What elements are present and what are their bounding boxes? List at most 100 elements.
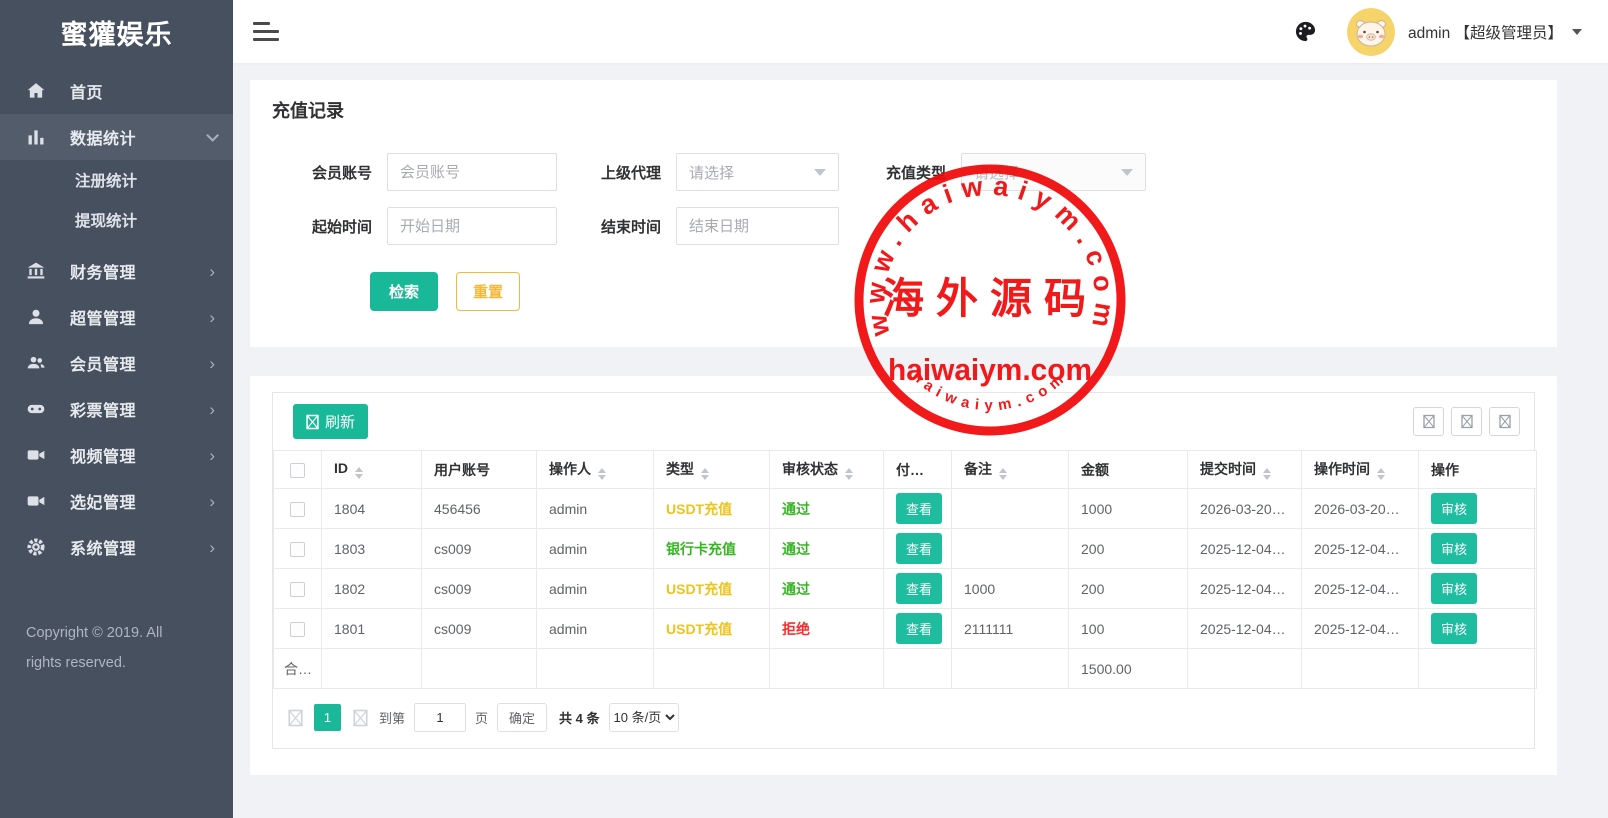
sidebar-item-lottery[interactable]: 彩票管理 › (0, 386, 233, 432)
sort-icon[interactable] (701, 468, 709, 480)
view-voucher-button[interactable]: 查看 (896, 493, 942, 524)
sort-icon[interactable] (1377, 468, 1385, 480)
sidebar-item-label: 选妃管理 (70, 489, 209, 513)
row-checkbox[interactable] (290, 582, 305, 597)
sidebar-item-statistics[interactable]: 数据统计 (0, 114, 233, 160)
cell-status: 通过 (782, 501, 810, 517)
review-button[interactable]: 审核 (1431, 493, 1477, 524)
cell-account: cs009 (422, 609, 537, 649)
grid-tool-button-3[interactable] (1489, 407, 1520, 436)
user-caret-icon[interactable] (1572, 29, 1582, 35)
bar-chart-icon (26, 127, 46, 147)
table-row: 1802 cs009 admin USDT充值 通过 查看 1000 200 2… (274, 569, 1537, 609)
user-avatar[interactable] (1347, 8, 1395, 56)
goto-page-input[interactable] (414, 703, 466, 732)
col-operator: 操作人 (537, 451, 654, 489)
end-date-input[interactable] (676, 207, 839, 245)
sort-icon[interactable] (999, 468, 1007, 480)
chevron-right-icon: › (209, 447, 215, 464)
cell-submit-time: 2025-12-04… (1188, 529, 1302, 569)
parent-agent-select[interactable]: 请选择 (676, 153, 839, 191)
view-voucher-button[interactable]: 查看 (896, 613, 942, 644)
goto-confirm-button[interactable]: 确定 (497, 703, 547, 732)
gear-icon (26, 537, 46, 557)
table-row: 1804 456456 admin USDT充值 通过 查看 1000 2026… (274, 489, 1537, 529)
submenu-label: 提现统计 (75, 209, 137, 231)
view-voucher-button[interactable]: 查看 (896, 533, 942, 564)
col-actions: 操作 (1419, 451, 1537, 489)
missing-glyph-icon (288, 709, 303, 727)
sidebar-item-superadmin[interactable]: 超管管理 › (0, 294, 233, 340)
col-operate-time: 操作时间 (1302, 451, 1419, 489)
row-checkbox[interactable] (290, 622, 305, 637)
cell-id: 1801 (322, 609, 422, 649)
sidebar-item-system[interactable]: 系统管理 › (0, 524, 233, 570)
refresh-button[interactable]: 刷新 (293, 404, 368, 439)
missing-glyph-icon (353, 709, 368, 727)
sort-icon[interactable] (1263, 468, 1271, 480)
page-number-button[interactable]: 1 (314, 704, 341, 731)
recharge-type-select[interactable]: 请选择 (961, 153, 1146, 191)
sidebar-toggle-button[interactable] (253, 22, 279, 41)
table-row: 1801 cs009 admin USDT充值 拒绝 查看 2111111 10… (274, 609, 1537, 649)
sidebar-item-label: 财务管理 (70, 259, 209, 283)
filter-start-time: 起始时间 (310, 207, 557, 245)
video-camera-icon (26, 491, 46, 511)
records-table: ID 用户账号 操作人 类型 审核状态 付… 备注 金额 提交时间 操作时间 操… (273, 450, 1537, 689)
cell-status: 通过 (782, 541, 810, 557)
cell-type: USDT充值 (666, 621, 732, 637)
sidebar-subitem-withdraw-stats[interactable]: 提现统计 (0, 200, 233, 240)
cell-account: cs009 (422, 529, 537, 569)
user-menu[interactable]: admin 【超级管理员】 (1408, 21, 1563, 43)
sidebar-item-finance[interactable]: 财务管理 › (0, 248, 233, 294)
sort-icon[interactable] (598, 468, 606, 480)
prev-page-button[interactable] (285, 706, 305, 730)
filter-row-1: 会员账号 上级代理 请选择 充值类型 请选择 (272, 153, 1535, 191)
sidebar-item-members[interactable]: 会员管理 › (0, 340, 233, 386)
sidebar-item-label: 系统管理 (70, 535, 209, 559)
sidebar-item-selection[interactable]: 选妃管理 › (0, 478, 233, 524)
theme-palette-icon[interactable] (1294, 20, 1317, 43)
cell-operate-time: 2025-12-04… (1302, 609, 1419, 649)
col-status: 审核状态 (770, 451, 884, 489)
col-submit-time: 提交时间 (1188, 451, 1302, 489)
col-amount: 金额 (1069, 451, 1188, 489)
view-voucher-button[interactable]: 查看 (896, 573, 942, 604)
review-button[interactable]: 审核 (1431, 613, 1477, 644)
select-all-checkbox[interactable] (290, 463, 305, 478)
filter-parent-agent: 上级代理 请选择 (599, 153, 839, 191)
review-button[interactable]: 审核 (1431, 533, 1477, 564)
row-checkbox[interactable] (290, 542, 305, 557)
search-button[interactable]: 检索 (370, 272, 438, 311)
gamepad-icon (26, 399, 46, 419)
filter-row-2: 起始时间 结束时间 (272, 207, 1535, 245)
reset-button[interactable]: 重置 (456, 272, 520, 311)
review-button[interactable]: 审核 (1431, 573, 1477, 604)
cell-submit-time: 2025-12-04… (1188, 609, 1302, 649)
next-page-button[interactable] (350, 706, 370, 730)
sort-icon[interactable] (355, 467, 363, 479)
filter-buttons: 检索 重置 (370, 272, 1535, 311)
main-area: admin 【超级管理员】 充值记录 会员账号 上级代理 请选择 (233, 0, 1608, 818)
start-date-input[interactable] (387, 207, 557, 245)
copyright-text: Copyright © 2019. All rights reserved. (0, 618, 210, 679)
member-account-input[interactable] (387, 153, 557, 191)
refresh-label: 刷新 (325, 411, 355, 432)
sort-icon[interactable] (845, 468, 853, 480)
filter-end-time: 结束时间 (599, 207, 839, 245)
row-checkbox[interactable] (290, 502, 305, 517)
sidebar-item-home[interactable]: 首页 (0, 68, 233, 114)
cell-operate-time: 2025-12-04… (1302, 569, 1419, 609)
cell-amount: 100 (1069, 609, 1188, 649)
cell-amount: 200 (1069, 529, 1188, 569)
missing-glyph-icon (306, 414, 319, 430)
page-size-select[interactable]: 10 条/页 (609, 703, 679, 732)
grid-tool-button-2[interactable] (1451, 407, 1482, 436)
sidebar-item-video[interactable]: 视频管理 › (0, 432, 233, 478)
bank-icon (26, 261, 46, 281)
cell-amount: 200 (1069, 569, 1188, 609)
page-unit-label: 页 (475, 708, 488, 727)
start-time-label: 起始时间 (310, 216, 372, 237)
sidebar-subitem-register-stats[interactable]: 注册统计 (0, 160, 233, 200)
grid-tool-button-1[interactable] (1413, 407, 1444, 436)
